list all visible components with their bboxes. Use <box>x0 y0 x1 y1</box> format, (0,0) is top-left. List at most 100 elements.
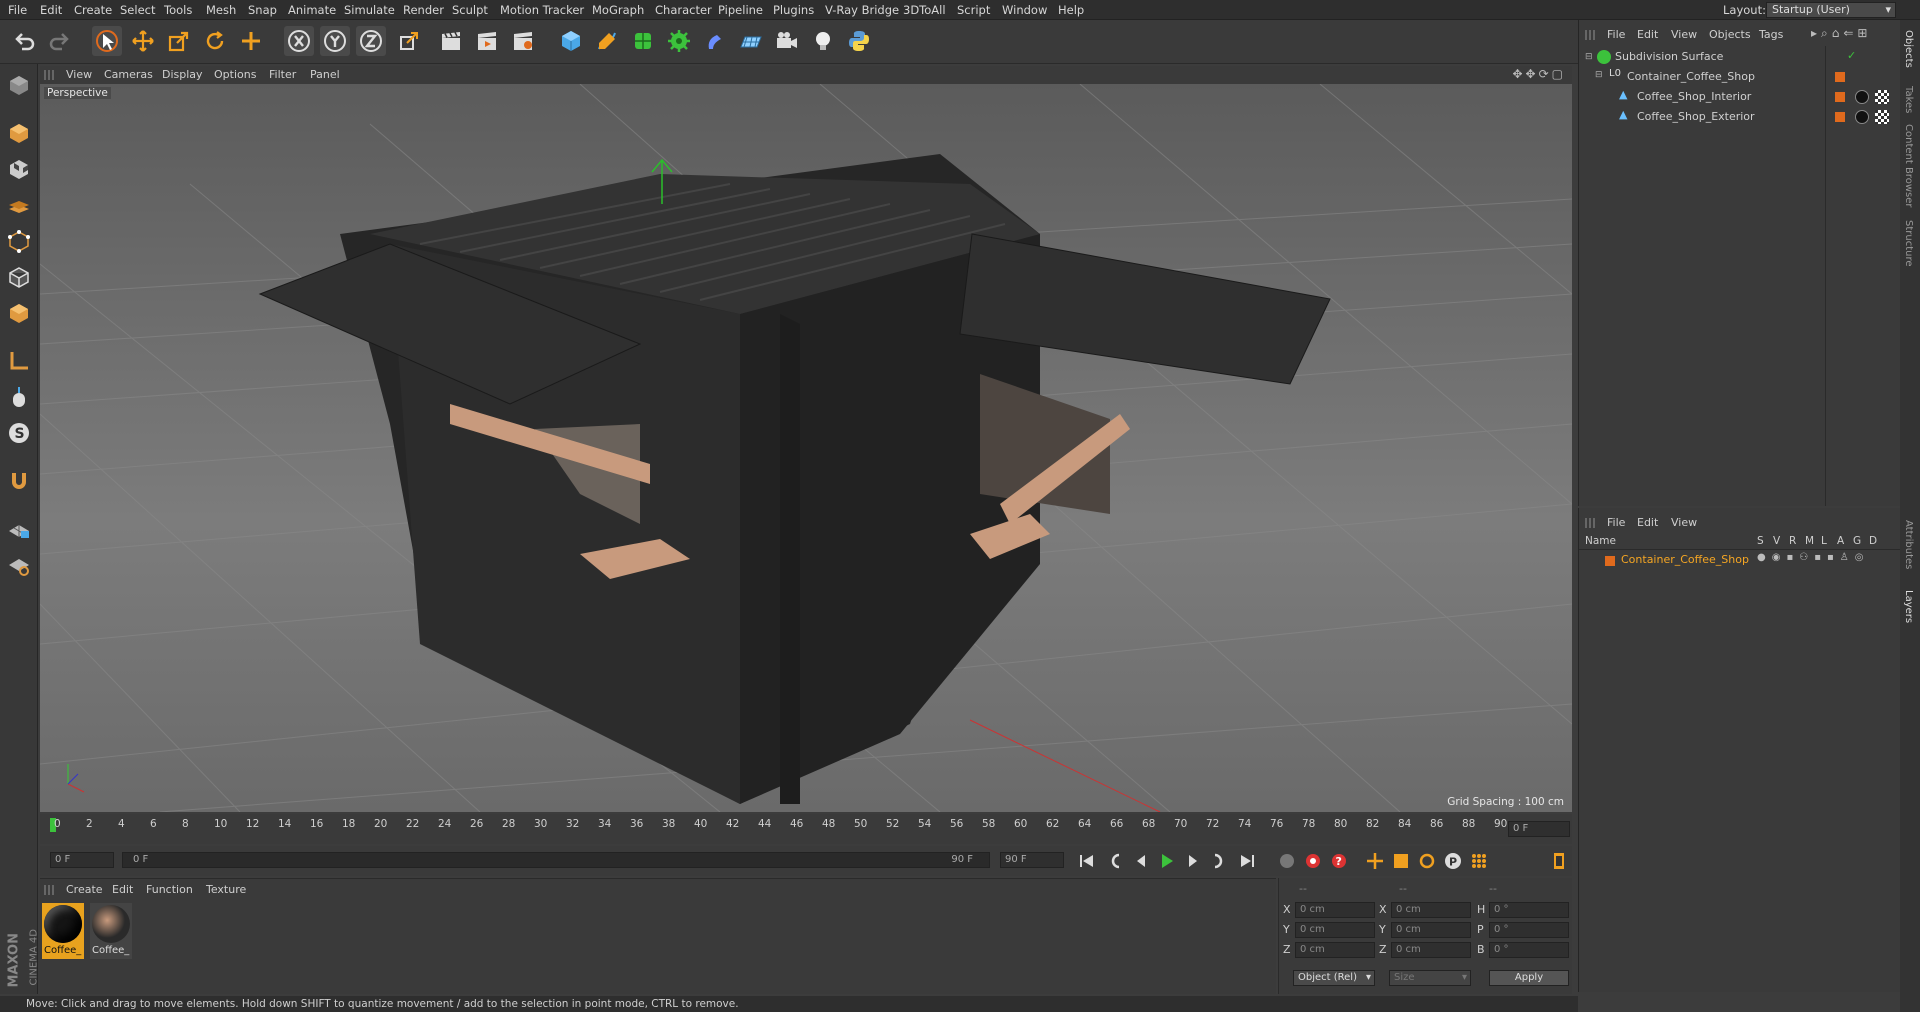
timeline-window-button[interactable] <box>1548 850 1570 872</box>
material-swatch-1[interactable]: Coffee_ <box>42 903 84 959</box>
coord-position-field[interactable]: 0 cm <box>1295 942 1375 958</box>
layer-flags-icons[interactable]: ●◉▪⚇▪▪♙◎ <box>1757 552 1869 563</box>
menu-mograph[interactable]: MoGraph <box>592 3 644 17</box>
make-editable-button[interactable] <box>4 70 34 100</box>
key-rotation-button[interactable] <box>1416 850 1438 872</box>
viewport-menu-panel[interactable]: Panel <box>310 68 340 81</box>
move-tool-button[interactable] <box>128 26 158 56</box>
tree-item-subdivision[interactable]: Subdivision Surface <box>1615 50 1723 63</box>
end-frame-field[interactable]: 0 F <box>1508 821 1570 837</box>
key-position-button[interactable] <box>1364 850 1386 872</box>
tab-content-browser[interactable]: Content Browser <box>1903 124 1914 207</box>
material-tag-icon[interactable] <box>1855 90 1869 104</box>
y-axis-button[interactable] <box>320 26 350 56</box>
scale-tool-button[interactable] <box>164 26 194 56</box>
coordinate-system-button[interactable] <box>394 26 424 56</box>
current-frame-field[interactable]: 0 F <box>50 852 114 868</box>
menu-tools[interactable]: Tools <box>164 3 192 17</box>
object-menu-view[interactable]: View <box>1671 28 1697 41</box>
subdivision-surface-button[interactable] <box>628 26 658 56</box>
menu-create[interactable]: Create <box>74 3 112 17</box>
coord-rotation-field[interactable]: 0 ° <box>1489 942 1569 958</box>
timeline-ruler[interactable]: 0 2 4 6 8 10 12 14 16 18 20 22 24 26 28 30 32 34 36 38 40 42 4… <box>40 814 1572 844</box>
next-key-button[interactable] <box>1208 850 1230 872</box>
coord-size-field[interactable]: 0 cm <box>1391 922 1471 938</box>
apply-button[interactable]: Apply <box>1489 970 1569 986</box>
material-swatch-2[interactable]: Coffee_ <box>90 903 132 959</box>
model-mode-button[interactable] <box>4 118 34 148</box>
checker-tag-icon[interactable] <box>1875 90 1889 104</box>
layer-menu-edit[interactable]: Edit <box>1637 516 1658 529</box>
menu-select[interactable]: Select <box>120 3 155 17</box>
menu-plugins[interactable]: Plugins <box>773 3 814 17</box>
layer-row-name[interactable]: Container_Coffee_Shop <box>1621 553 1749 566</box>
viewport-menu-view[interactable]: View <box>66 68 92 81</box>
object-menu-objects[interactable]: Objects <box>1709 28 1751 41</box>
cube-object-button[interactable] <box>556 26 586 56</box>
menu-vray-bridge[interactable]: V-Ray Bridge <box>825 3 899 17</box>
texture-mode-button[interactable] <box>4 154 34 184</box>
z-axis-button[interactable] <box>356 26 386 56</box>
axis-mode-button[interactable] <box>4 346 34 376</box>
tab-takes[interactable]: Takes <box>1903 86 1914 113</box>
record-button[interactable] <box>1302 850 1324 872</box>
go-to-end-button[interactable] <box>1236 850 1258 872</box>
light-button[interactable] <box>808 26 838 56</box>
object-menu-edit[interactable]: Edit <box>1637 28 1658 41</box>
key-param-button[interactable]: P <box>1442 850 1464 872</box>
material-tag-icon[interactable] <box>1855 110 1869 124</box>
prev-key-button[interactable] <box>1104 850 1126 872</box>
autokey-button[interactable]: ? <box>1328 850 1350 872</box>
coord-size-field[interactable]: 0 cm <box>1391 902 1471 918</box>
cloner-button[interactable] <box>664 26 694 56</box>
tab-attributes[interactable]: Attributes <box>1903 520 1914 569</box>
deformer-button[interactable] <box>700 26 730 56</box>
material-menu-create[interactable]: Create <box>66 883 103 896</box>
layer-column-header[interactable]: M <box>1805 535 1814 547</box>
prev-frame-button[interactable] <box>1130 850 1152 872</box>
play-button[interactable] <box>1156 850 1178 872</box>
checker-tag-icon[interactable] <box>1875 110 1889 124</box>
layer-column-header[interactable]: A <box>1837 535 1844 547</box>
python-button[interactable] <box>844 26 874 56</box>
menu-snap[interactable]: Snap <box>248 3 277 17</box>
layer-column-header[interactable]: Name <box>1585 535 1616 547</box>
lock-workplane-button[interactable] <box>4 514 34 544</box>
render-picture-viewer-button[interactable] <box>472 26 502 56</box>
material-menu-texture[interactable]: Texture <box>206 883 246 896</box>
live-select-button[interactable] <box>92 26 122 56</box>
menu-simulate[interactable]: Simulate <box>344 3 395 17</box>
camera-label[interactable]: Perspective <box>44 87 111 99</box>
pen-spline-button[interactable] <box>592 26 622 56</box>
viewport-menu-options[interactable]: Options <box>214 68 256 81</box>
coord-rotation-field[interactable]: 0 ° <box>1489 922 1569 938</box>
next-frame-button[interactable] <box>1182 850 1204 872</box>
tree-item-interior[interactable]: Coffee_Shop_Interior <box>1637 90 1751 103</box>
menu-mesh[interactable]: Mesh <box>206 3 236 17</box>
frame-range-slider[interactable]: 0 F 90 F <box>122 852 990 868</box>
menu-pipeline[interactable]: Pipeline <box>718 3 763 17</box>
workplane-mode-button[interactable] <box>4 190 34 220</box>
camera-button[interactable] <box>772 26 802 56</box>
coord-size-select[interactable]: Size ▾ <box>1389 970 1471 986</box>
polygons-mode-button[interactable] <box>4 298 34 328</box>
menu-help[interactable]: Help <box>1058 3 1084 17</box>
max-frame-field[interactable]: 90 F <box>1000 852 1064 868</box>
material-menu-function[interactable]: Function <box>146 883 193 896</box>
layout-select[interactable]: Startup (User) ▾ <box>1766 2 1896 18</box>
tree-item-container[interactable]: Container_Coffee_Shop <box>1627 70 1755 83</box>
tree-item-exterior[interactable]: Coffee_Shop_Exterior <box>1637 110 1755 123</box>
menu-character[interactable]: Character <box>655 3 712 17</box>
coord-size-field[interactable]: 0 cm <box>1391 942 1471 958</box>
layer-column-header[interactable]: R <box>1789 535 1796 547</box>
points-mode-button[interactable] <box>4 226 34 256</box>
motion-record-button[interactable] <box>1276 850 1298 872</box>
solo-button[interactable]: S <box>4 418 34 448</box>
redo-button[interactable] <box>44 26 74 56</box>
tweak-mode-button[interactable] <box>4 382 34 412</box>
expand-toggle[interactable]: ⊟ <box>1585 52 1593 62</box>
menu-window[interactable]: Window <box>1002 3 1047 17</box>
coord-rotation-field[interactable]: 0 ° <box>1489 902 1569 918</box>
menu-render[interactable]: Render <box>403 3 444 17</box>
expand-toggle[interactable]: ⊟ <box>1595 70 1603 80</box>
